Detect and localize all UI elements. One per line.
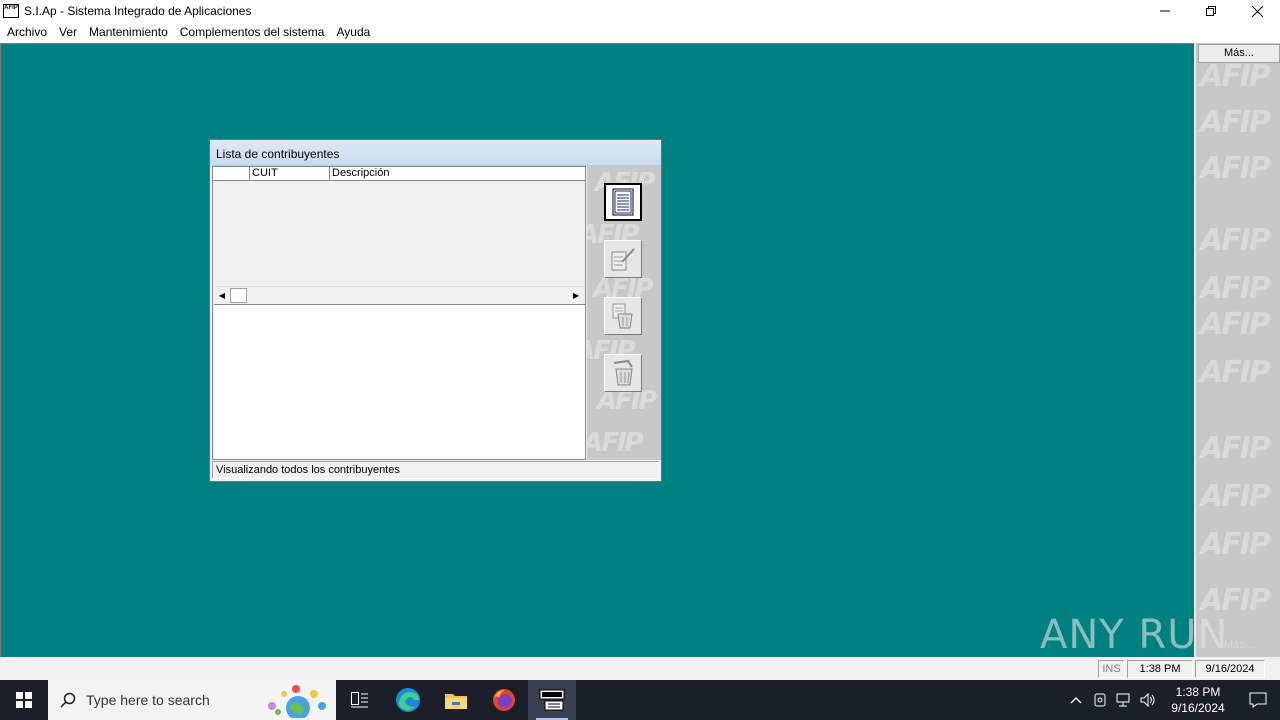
menu-archivo[interactable]: Archivo (1, 22, 53, 43)
device-icon (1094, 693, 1106, 707)
afip-watermark: AFIP (1200, 271, 1271, 306)
horizontal-scrollbar[interactable]: ◀ ▶ (215, 286, 585, 303)
restore-button[interactable] (1188, 0, 1234, 22)
window-controls (1142, 0, 1280, 22)
notification-button[interactable] (1236, 680, 1280, 720)
scroll-thumb[interactable] (230, 288, 247, 303)
speaker-icon (1140, 693, 1155, 707)
afip-watermark: AFIP (1200, 105, 1271, 140)
delete-all-button[interactable] (604, 354, 642, 392)
ins-indicator: INS (1098, 660, 1125, 678)
afip-watermark: AFIP (1200, 479, 1271, 514)
scroll-right-icon[interactable]: ▶ (569, 289, 583, 302)
afip-watermark: AFIP (1200, 151, 1271, 186)
document-list-icon (612, 188, 634, 216)
menu-bar: Archivo Ver Mantenimiento Complementos d… (0, 22, 1280, 43)
menu-mantenimiento[interactable]: Mantenimiento (83, 22, 174, 43)
right-panel: AFIP AFIP AFIP AFIP AFIP AFIP AFIP AFIP … (1194, 43, 1280, 657)
siap-taskbar-button[interactable] (528, 680, 576, 720)
menu-ver[interactable]: Ver (53, 22, 83, 43)
delete-selected-button[interactable] (604, 297, 642, 335)
afip-watermark: AFIP (1200, 223, 1271, 258)
taxpayer-list[interactable]: CUIT Descripción ◀ ▶ (212, 166, 586, 460)
close-icon (1251, 5, 1263, 17)
edit-button[interactable] (604, 240, 642, 278)
edit-document-icon (611, 248, 635, 271)
scroll-left-icon[interactable]: ◀ (215, 289, 229, 302)
taskbar: Type here to search 1:38 PM 9/16/2024 (0, 680, 1280, 720)
child-status-bar: Visualizando todos los contribuyentes (212, 461, 659, 479)
show-hidden-icons-button[interactable] (1064, 680, 1088, 720)
anyrun-watermark: ANY RUN (1040, 612, 1229, 658)
search-highlight-icon (268, 685, 326, 718)
action-toolbar: AFIP AFIP AFIP AFIP AFIP AFIP (587, 166, 661, 460)
taskbar-clock[interactable]: 1:38 PM 9/16/2024 (1160, 684, 1236, 716)
edge-icon (396, 688, 420, 712)
column-header-cuit[interactable]: CUIT (250, 167, 330, 181)
status-time: 1:38 PM (1127, 660, 1193, 678)
trash-document-icon (612, 303, 633, 329)
network-icon (1116, 693, 1130, 707)
afip-watermark: AFIP (587, 428, 644, 458)
chevron-up-icon (1070, 697, 1082, 704)
clock-time: 1:38 PM (1175, 685, 1221, 699)
start-button[interactable] (0, 680, 48, 720)
status-date: 9/16/2024 (1195, 660, 1265, 678)
menu-complementos[interactable]: Complementos del sistema (174, 22, 331, 43)
siap-app-icon (539, 689, 565, 711)
afip-watermark: AFIP (1200, 431, 1271, 466)
network-button[interactable] (1112, 680, 1136, 720)
list-header: CUIT Descripción (213, 167, 585, 181)
system-tray: 1:38 PM 9/16/2024 (1064, 680, 1280, 720)
clock-date: 9/16/2024 (1171, 701, 1225, 715)
folder-icon (445, 694, 467, 709)
minimize-button[interactable] (1142, 0, 1188, 22)
windows-icon (16, 692, 32, 708)
afip-watermark: AFIP (1200, 527, 1271, 562)
search-placeholder: Type here to search (86, 692, 210, 708)
task-view-icon (351, 692, 368, 708)
app-icon[interactable]: AFIP (3, 4, 19, 18)
taxpayer-list-window: Lista de contribuyentes CUIT Descripción… (209, 139, 662, 482)
firefox-button[interactable] (480, 680, 528, 720)
afip-watermark: AFIP (1200, 307, 1271, 342)
trash-icon (613, 359, 633, 386)
search-icon (60, 692, 76, 708)
volume-button[interactable] (1136, 680, 1160, 720)
afip-watermark: AFIP (1200, 59, 1271, 94)
more-button[interactable]: Más... (1198, 44, 1280, 63)
file-explorer-button[interactable] (432, 680, 480, 720)
menu-ayuda[interactable]: Ayuda (330, 22, 376, 43)
app-status-bar: INS 1:38 PM 9/16/2024 (0, 657, 1280, 680)
firefox-icon (493, 689, 515, 711)
window-title: S.I.Ap - Sistema Integrado de Aplicacion… (24, 4, 252, 18)
minimize-icon (1160, 10, 1170, 12)
list-view-button[interactable] (604, 183, 642, 221)
title-bar: AFIP S.I.Ap - Sistema Integrado de Aplic… (0, 0, 1280, 22)
taskbar-search[interactable]: Type here to search (48, 680, 336, 720)
notification-icon (1249, 692, 1267, 708)
child-window-title[interactable]: Lista de contribuyentes (210, 140, 661, 166)
restore-icon (1206, 6, 1216, 16)
edge-button[interactable] (384, 680, 432, 720)
tray-device-button[interactable] (1088, 680, 1112, 720)
close-button[interactable] (1234, 0, 1280, 22)
column-header-selector[interactable] (213, 167, 250, 181)
detail-area[interactable] (214, 304, 585, 459)
column-header-descripcion[interactable]: Descripción (330, 167, 585, 181)
task-view-button[interactable] (336, 680, 384, 720)
afip-watermark: AFIP (1200, 355, 1271, 390)
